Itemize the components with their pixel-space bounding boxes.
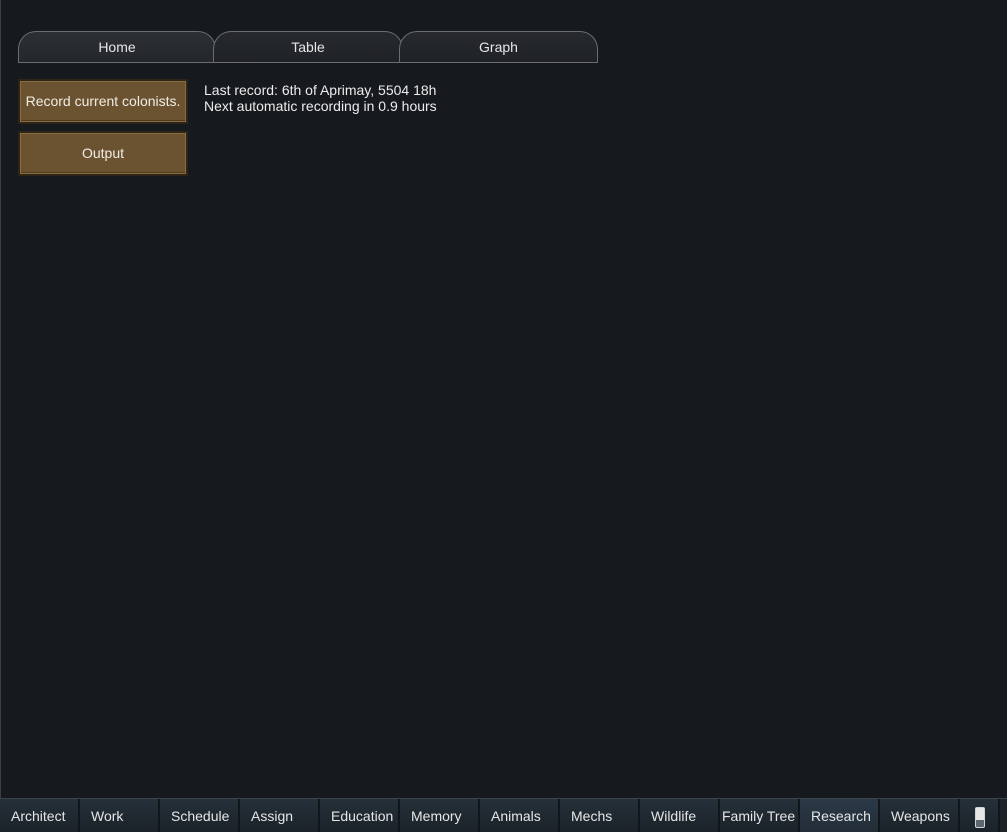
record-colonists-button[interactable]: Record current colonists. bbox=[18, 79, 188, 124]
app-window: Home Table Graph Record current colonist… bbox=[0, 0, 1007, 832]
next-recording-text: Next automatic recording in 0.9 hours bbox=[204, 98, 437, 114]
tab-home[interactable]: Home bbox=[18, 31, 216, 62]
battery-icon bbox=[975, 807, 985, 828]
tab-bar: Home Table Graph bbox=[18, 31, 598, 63]
menu-research[interactable]: Research bbox=[800, 799, 880, 832]
record-info: Last record: 6th of Aprimay, 5504 18h Ne… bbox=[204, 82, 437, 114]
menu-assign[interactable]: Assign bbox=[240, 799, 320, 832]
bottom-menu-bar: Architect Work Schedule Assign Education… bbox=[0, 798, 1007, 832]
tab-table[interactable]: Table bbox=[213, 31, 403, 62]
menu-architect[interactable]: Architect bbox=[0, 799, 80, 832]
menu-family-tree[interactable]: Family Tree bbox=[720, 799, 800, 832]
menu-weapons[interactable]: Weapons bbox=[880, 799, 960, 832]
tab-underline bbox=[18, 62, 598, 63]
left-border bbox=[0, 0, 1, 798]
output-button[interactable]: Output bbox=[18, 131, 188, 176]
menu-schedule[interactable]: Schedule bbox=[160, 799, 240, 832]
menu-animals[interactable]: Animals bbox=[480, 799, 560, 832]
menu-memory[interactable]: Memory bbox=[400, 799, 480, 832]
menu-mechs[interactable]: Mechs bbox=[560, 799, 640, 832]
menu-wildlife[interactable]: Wildlife bbox=[640, 799, 720, 832]
tab-graph[interactable]: Graph bbox=[399, 31, 598, 62]
battery-button[interactable] bbox=[960, 799, 1000, 832]
menu-work[interactable]: Work bbox=[80, 799, 160, 832]
last-record-text: Last record: 6th of Aprimay, 5504 18h bbox=[204, 82, 437, 98]
menu-education[interactable]: Education bbox=[320, 799, 400, 832]
